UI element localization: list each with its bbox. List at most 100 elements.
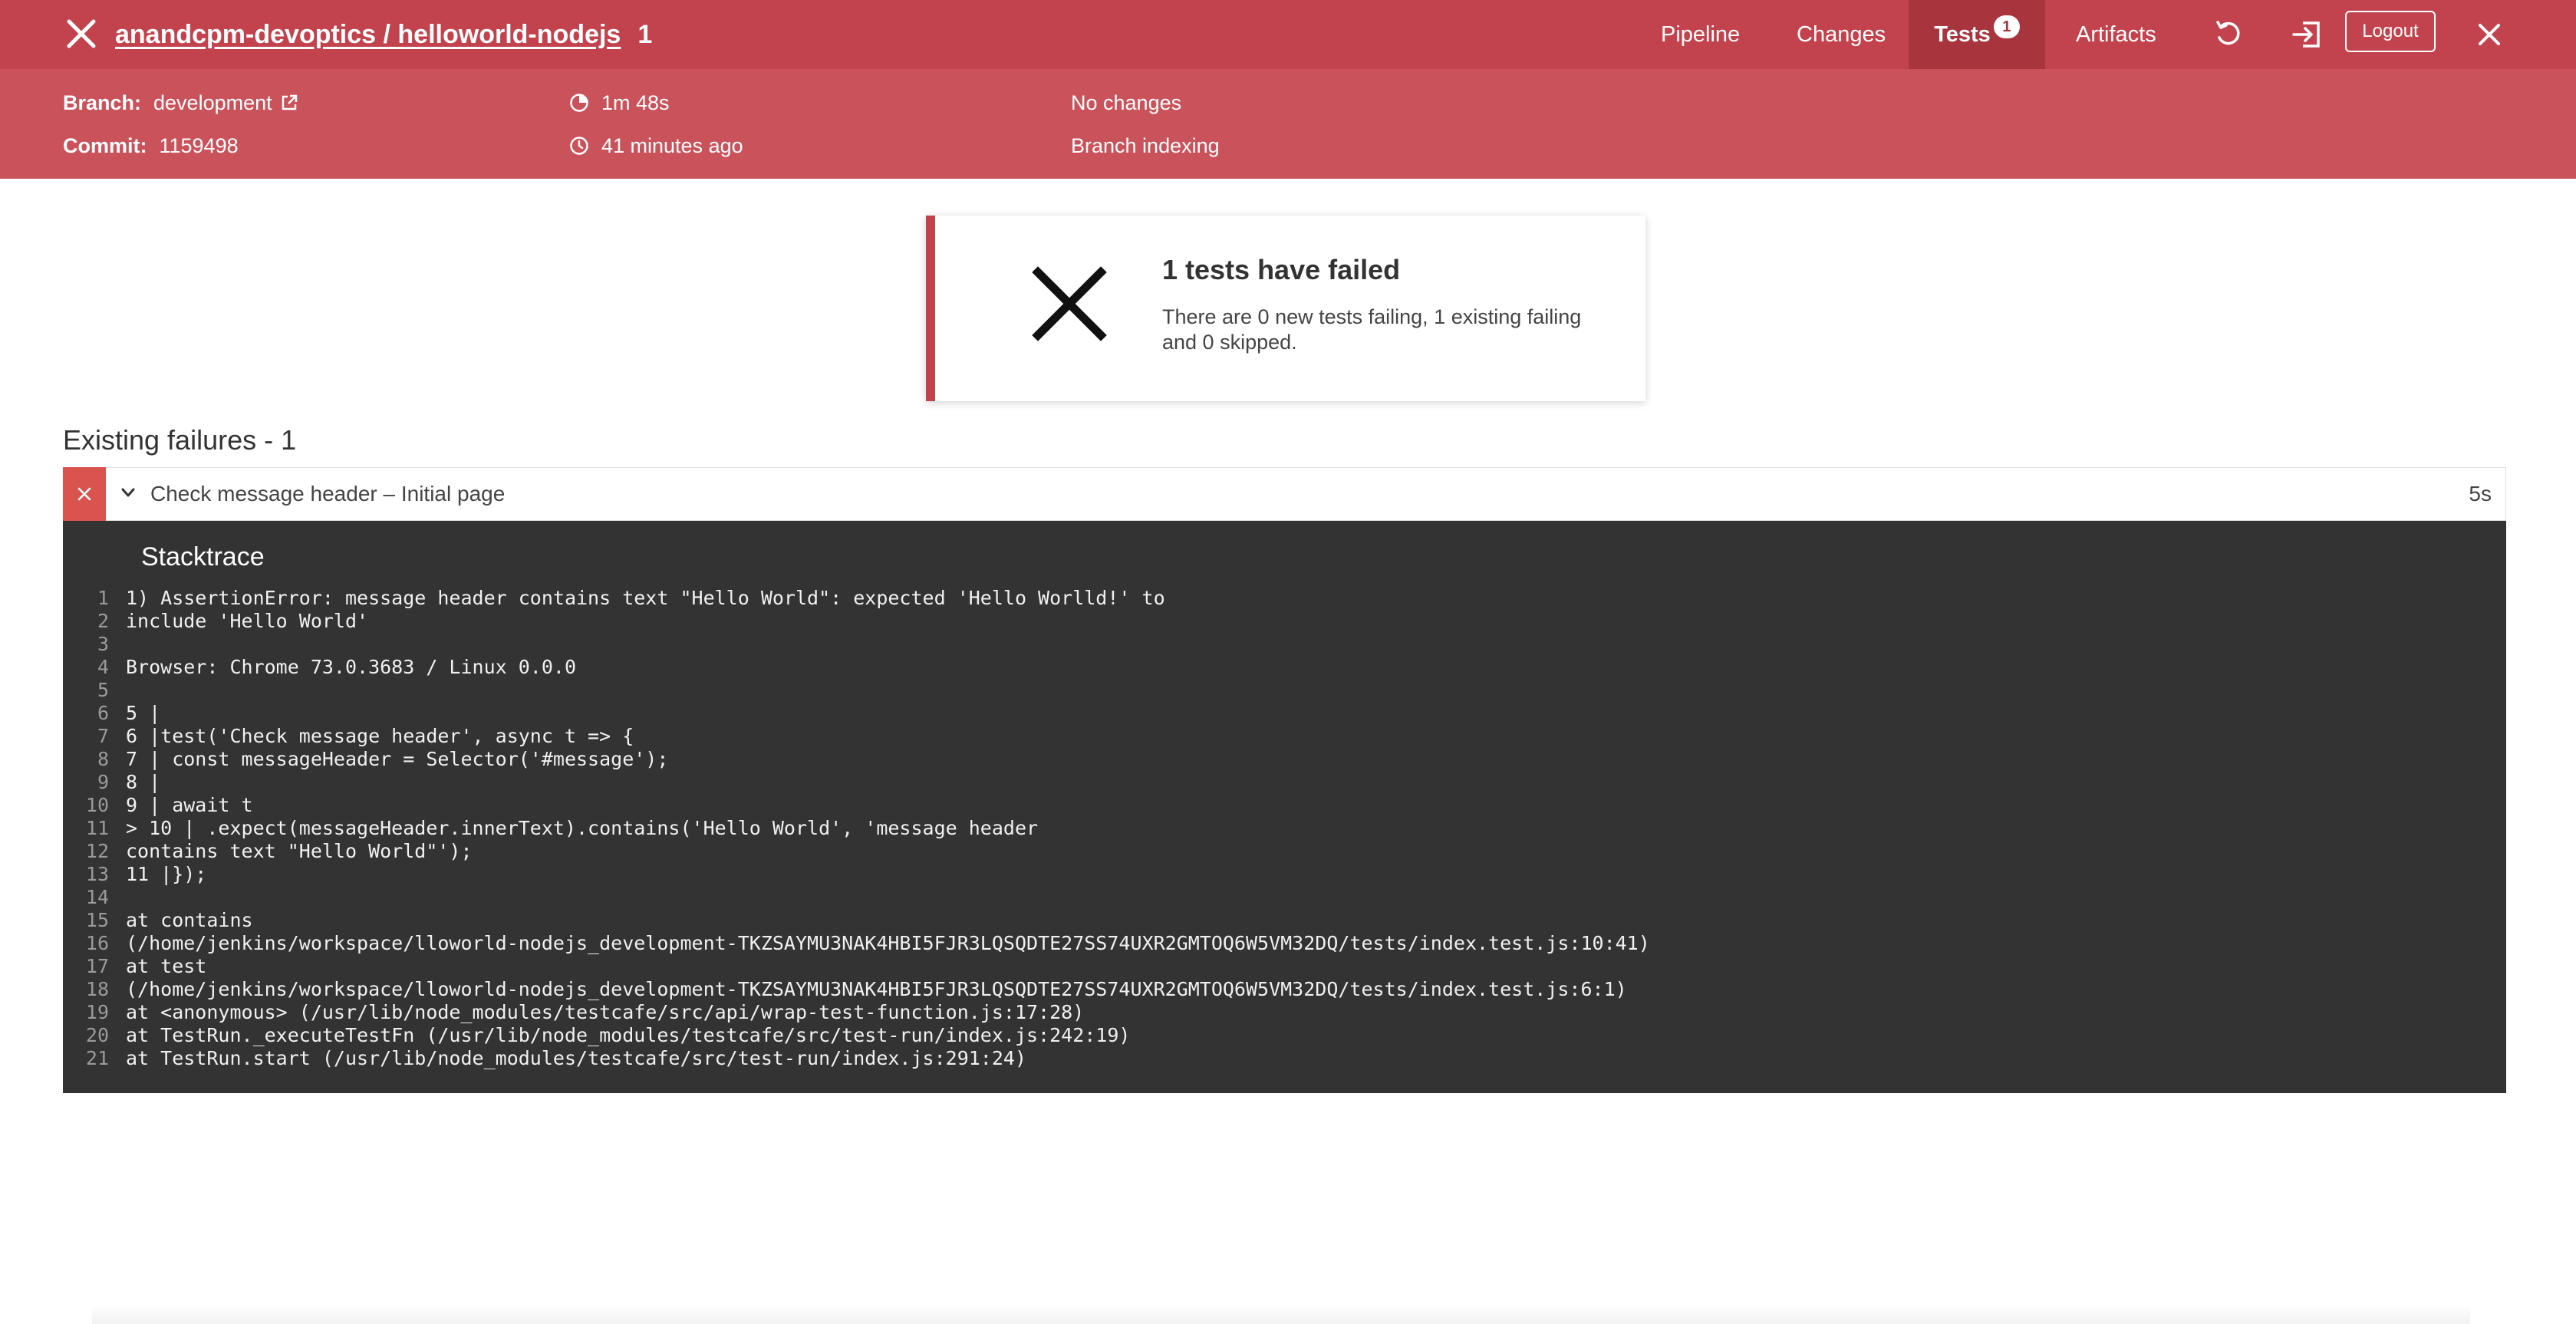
- tab-pipeline-label: Pipeline: [1661, 21, 1741, 47]
- tab-pipeline[interactable]: Pipeline: [1661, 0, 1740, 69]
- line-number: 16: [85, 932, 109, 954]
- stacktrace-line: 10 9 | await t: [63, 794, 1650, 817]
- line-number: 2: [97, 610, 109, 632]
- go-to-classic-icon[interactable]: [2288, 15, 2326, 54]
- duration-info: 1m 48s: [569, 87, 670, 118]
- tab-changes-label: Changes: [1797, 21, 1886, 47]
- line-text: 11 |});: [126, 863, 207, 885]
- line-text: at TestRun.start (/usr/lib/node_modules/…: [126, 1047, 1026, 1069]
- branch-label: Branch:: [63, 91, 142, 114]
- duration-value: 1m 48s: [601, 91, 670, 114]
- line-number: 6: [97, 702, 109, 724]
- line-text: > 10 | .expect(messageHeader.innerText).…: [126, 817, 1039, 839]
- line-number: 15: [85, 909, 109, 931]
- tab-artifacts[interactable]: Artifacts: [2076, 0, 2156, 69]
- line-text: 6 |test('Check message header', async t …: [126, 725, 634, 747]
- existing-failures-heading: Existing failures - 1: [63, 424, 297, 456]
- stacktrace-panel: Stacktrace 1 1) AssertionError: message h…: [63, 521, 2506, 1093]
- close-window-icon[interactable]: [2470, 15, 2508, 54]
- line-text: 9 | await t: [126, 794, 253, 816]
- line-number: 14: [85, 886, 109, 908]
- stacktrace-line: 2 include 'Hello World': [63, 610, 1650, 633]
- stacktrace-line: 20 at TestRun._executeTestFn (/usr/lib/no…: [63, 1024, 1650, 1047]
- line-text: at TestRun._executeTestFn (/usr/lib/node…: [126, 1024, 1131, 1046]
- line-text: 8 |: [126, 771, 161, 793]
- stacktrace-line: 11 > 10 | .expect(messageHeader.innerText…: [63, 817, 1650, 840]
- stacktrace-line: 9 8 |: [63, 771, 1650, 794]
- duration-icon: [570, 94, 588, 112]
- line-text: at <anonymous> (/usr/lib/node_modules/te…: [126, 1001, 1085, 1023]
- line-text: 5 |: [126, 702, 161, 724]
- stacktrace-line: 5: [63, 679, 1650, 702]
- stacktrace-line: 12 contains text "Hello World"');: [63, 840, 1650, 863]
- commit-value: 1159498: [159, 133, 239, 157]
- line-text: contains text "Hello World"');: [126, 840, 473, 862]
- branch-info: Branch: development: [63, 87, 311, 118]
- line-text: (/home/jenkins/workspace/lloworld-nodejs…: [126, 978, 1627, 1000]
- close-icon[interactable]: [63, 15, 100, 52]
- line-number: 21: [85, 1047, 109, 1069]
- failed-x-icon: [1027, 262, 1112, 350]
- stacktrace-line: 8 7 | const messageHeader = Selector('#me…: [63, 748, 1650, 771]
- line-text: at test: [126, 955, 207, 977]
- stacktrace-line: 15 at contains: [63, 909, 1650, 932]
- line-number: 12: [85, 840, 109, 862]
- rerun-icon[interactable]: [2209, 15, 2248, 54]
- clock-icon: [570, 137, 588, 155]
- line-number: 10: [85, 794, 109, 816]
- changes-info: No changes: [1071, 87, 1181, 118]
- changes-value: No changes: [1071, 91, 1182, 114]
- line-text: include 'Hello World': [126, 610, 369, 632]
- line-number: 9: [97, 771, 109, 793]
- cause-info: Branch indexing: [1071, 130, 1220, 161]
- stacktrace-line: 13 11 |});: [63, 863, 1650, 886]
- line-text: at contains: [126, 909, 253, 931]
- commit-info: Commit: 1159498: [63, 130, 239, 161]
- line-text: Browser: Chrome 73.0.3683 / Linux 0.0.0: [126, 656, 576, 678]
- cause-value: Branch indexing: [1071, 133, 1220, 157]
- line-number: 11: [85, 817, 109, 839]
- line-number: 3: [97, 633, 109, 655]
- repo-path-link[interactable]: anandcpm-devoptics / helloworld-nodejs: [115, 20, 621, 50]
- line-number: 8: [97, 748, 109, 770]
- run-info-bar: Branch: development Commit: 1159498 1m 4…: [0, 69, 2576, 179]
- failure-duration: 5s: [2469, 482, 2492, 506]
- line-number: 17: [85, 955, 109, 977]
- commit-label: Commit:: [63, 133, 147, 157]
- tab-artifacts-label: Artifacts: [2076, 21, 2156, 47]
- top-bar: anandcpm-devoptics / helloworld-nodejs 1…: [0, 0, 2576, 69]
- stacktrace-line: 4 Browser: Chrome 73.0.3683 / Linux 0.0.0: [63, 656, 1650, 679]
- tests-count-badge: 1: [1993, 15, 2020, 38]
- stacktrace-line: 3: [63, 633, 1650, 656]
- bottom-shadow: [92, 1304, 2470, 1324]
- line-number: 4: [97, 656, 109, 678]
- stacktrace-line: 18 (/home/jenkins/workspace/lloworld-node…: [63, 978, 1650, 1001]
- chevron-down-icon[interactable]: [120, 484, 137, 505]
- logout-button[interactable]: Logout: [2345, 11, 2436, 52]
- line-number: 20: [85, 1024, 109, 1046]
- line-number: 13: [85, 863, 109, 885]
- test-summary-card: 1 tests have failed There are 0 new test…: [926, 216, 1645, 401]
- failure-status-icon: [63, 466, 106, 521]
- failure-row[interactable]: Check message header – Initial page 5s: [63, 466, 2506, 521]
- time-ago-info: 41 minutes ago: [569, 130, 743, 161]
- stacktrace-line: 19 at <anonymous> (/usr/lib/node_modules/…: [63, 1001, 1650, 1024]
- line-number: 19: [85, 1001, 109, 1023]
- stacktrace-line: 1 1) AssertionError: message header conta…: [63, 587, 1650, 610]
- stacktrace-line: 14: [63, 886, 1650, 909]
- line-text: (/home/jenkins/workspace/lloworld-nodejs…: [126, 932, 1650, 954]
- stacktrace-title: Stacktrace: [141, 542, 265, 571]
- line-number: 1: [97, 587, 109, 609]
- line-number: 7: [97, 725, 109, 747]
- stacktrace-code: 1 1) AssertionError: message header conta…: [63, 587, 1650, 1070]
- time-ago-value: 41 minutes ago: [601, 133, 743, 157]
- tab-tests[interactable]: Tests 1: [1909, 0, 2045, 69]
- stacktrace-line: 7 6 |test('Check message header', async t…: [63, 725, 1650, 748]
- page-title: anandcpm-devoptics / helloworld-nodejs 1: [115, 0, 652, 69]
- line-number: 5: [97, 679, 109, 701]
- stacktrace-line: 16 (/home/jenkins/workspace/lloworld-node…: [63, 932, 1650, 955]
- tab-changes[interactable]: Changes: [1797, 0, 1886, 69]
- external-link-icon[interactable]: [280, 94, 311, 112]
- branch-value[interactable]: development: [153, 91, 272, 115]
- failure-name: Check message header – Initial page: [150, 482, 506, 506]
